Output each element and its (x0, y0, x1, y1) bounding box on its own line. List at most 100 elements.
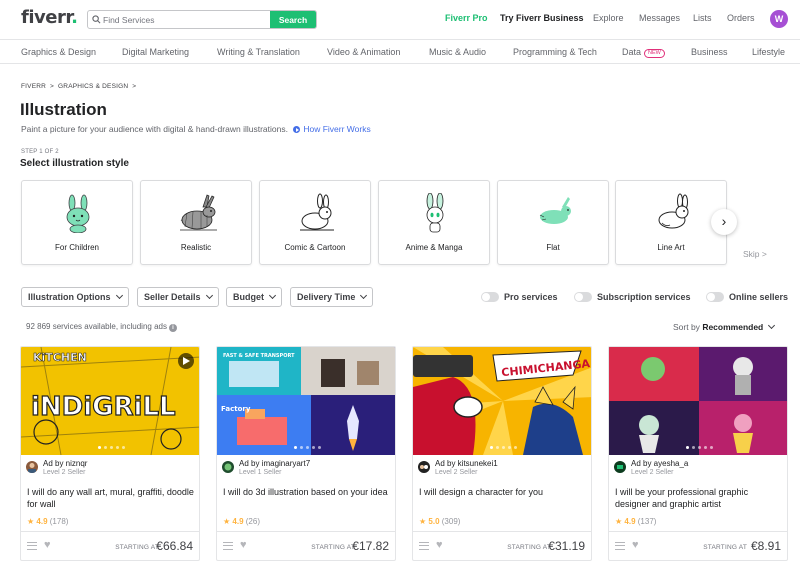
seller-name[interactable]: Ad by ayesha_a (631, 459, 688, 468)
seller-avatar[interactable] (418, 461, 430, 473)
style-card-for-children[interactable]: For Children (21, 180, 133, 265)
filter-label: Illustration Options (28, 292, 111, 302)
category-data[interactable]: Data NEW (622, 47, 665, 58)
category-graphics-design[interactable]: Graphics & Design (21, 47, 96, 57)
top-header: fiverr. Search Fiverr Pro Try Fiverr Bus… (0, 0, 800, 40)
review-count: (137) (637, 517, 657, 526)
search-input[interactable] (103, 11, 271, 28)
gig-card[interactable]: CHIMICHANGA! Ad by kitsunekei1 Level 2 S… (412, 346, 592, 561)
heart-icon[interactable]: ♥ (632, 539, 639, 551)
style-card-flat[interactable]: Flat (497, 180, 609, 265)
menu-icon[interactable] (615, 542, 625, 550)
results-count-text: 92 869 services available, including ads (26, 322, 167, 331)
gig-image[interactable]: KiTCHEN iNDiGRiLL (21, 347, 199, 455)
seller-name[interactable]: Ad by imaginaryart7 (239, 459, 310, 468)
category-lifestyle[interactable]: Lifestyle (752, 47, 785, 57)
filter-budget[interactable]: Budget (226, 287, 282, 307)
review-count: (26) (245, 517, 260, 526)
gig-price: €17.82 (352, 539, 389, 553)
gig-rating: ★ 4.9 (137) (615, 517, 656, 526)
heart-icon[interactable]: ♥ (436, 539, 443, 551)
nav-orders[interactable]: Orders (727, 13, 755, 23)
search-button[interactable]: Search (270, 11, 316, 28)
gig-thumbnail: KiTCHEN iNDiGRiLL (21, 347, 199, 455)
sort-label: Sort by (673, 322, 700, 332)
category-video-animation[interactable]: Video & Animation (327, 47, 400, 57)
seller-name[interactable]: Ad by kitsunekei1 (435, 459, 498, 468)
nav-fiverr-pro[interactable]: Fiverr Pro (445, 13, 488, 23)
filter-label: Seller Details (144, 292, 201, 302)
page-subtitle: Paint a picture for your audience with d… (21, 124, 371, 134)
gig-footer: ♥ STARTING AT €66.84 (21, 531, 199, 560)
gig-card[interactable]: Ad by ayesha_a Level 2 Seller I will be … (608, 346, 788, 561)
nav-lists[interactable]: Lists (693, 13, 712, 23)
gig-title[interactable]: I will do any wall art, mural, graffiti,… (27, 486, 195, 510)
category-writing-translation[interactable]: Writing & Translation (217, 47, 300, 57)
category-music-audio[interactable]: Music & Audio (429, 47, 486, 57)
carousel-next-button[interactable]: › (711, 209, 737, 235)
category-programming-tech[interactable]: Programming & Tech (513, 47, 597, 57)
sort-dropdown[interactable]: Sort by Recommended (673, 321, 776, 332)
filter-seller-details[interactable]: Seller Details (137, 287, 219, 307)
starting-at-label: STARTING AT (311, 544, 355, 551)
play-icon (293, 126, 301, 133)
gig-title[interactable]: I will design a character for you (419, 486, 587, 498)
menu-icon[interactable] (419, 542, 429, 550)
seller-avatar[interactable] (614, 461, 626, 473)
how-fiverr-works-link[interactable]: How Fiverr Works (303, 124, 370, 134)
fiverr-logo[interactable]: fiverr. (21, 7, 78, 28)
breadcrumb-graphics-design[interactable]: GRAPHICS & DESIGN (58, 83, 128, 90)
rabbit-anime-icon (426, 193, 444, 233)
filter-illustration-options[interactable]: Illustration Options (21, 287, 129, 307)
seller-avatar[interactable] (26, 461, 38, 473)
results-count: 92 869 services available, including ads… (26, 322, 177, 332)
nav-messages[interactable]: Messages (639, 13, 680, 23)
rabbit-lineart-icon (658, 193, 689, 229)
gig-image[interactable]: FAST & SAFE TRANSPORT Factory (217, 347, 395, 455)
menu-icon[interactable] (27, 542, 37, 550)
gig-card[interactable]: FAST & SAFE TRANSPORT Factory Ad by imag… (216, 346, 396, 561)
star-icon: ★ (223, 517, 231, 526)
online-sellers-toggle[interactable] (706, 292, 724, 302)
star-icon: ★ (27, 517, 35, 526)
filter-delivery-time[interactable]: Delivery Time (290, 287, 374, 307)
gig-image-word: Factory (221, 405, 251, 413)
menu-icon[interactable] (223, 542, 233, 550)
seller-name[interactable]: Ad by niznqr (43, 459, 87, 468)
nav-try-business[interactable]: Try Fiverr Business (500, 13, 584, 23)
style-card-realistic[interactable]: Realistic (140, 180, 252, 265)
subscription-services-toggle[interactable] (574, 292, 592, 302)
pro-services-toggle[interactable] (481, 292, 499, 302)
user-avatar[interactable]: W (770, 10, 788, 28)
gig-price: €8.91 (750, 539, 781, 553)
style-card-comic-cartoon[interactable]: Comic & Cartoon (259, 180, 371, 265)
gig-title[interactable]: I will do 3d illustration based on your … (223, 486, 391, 498)
gig-card[interactable]: KiTCHEN iNDiGRiLL Ad by niznqr Level 2 S… (20, 346, 200, 561)
carousel-dots (217, 446, 395, 449)
category-business[interactable]: Business (691, 47, 728, 57)
seller-avatar[interactable] (222, 461, 234, 473)
heart-icon[interactable]: ♥ (240, 539, 247, 551)
subscription-services-label: Subscription services (597, 292, 691, 302)
style-label: Anime & Manga (405, 243, 463, 252)
star-icon: ★ (615, 517, 623, 526)
chevron-down-icon (205, 291, 213, 300)
gig-thumbnail: FAST & SAFE TRANSPORT Factory (217, 347, 395, 455)
gig-price: €31.19 (548, 539, 585, 553)
gig-rating: ★ 5.0 (309) (419, 517, 460, 526)
logo-text: fiverr (21, 7, 72, 28)
breadcrumb-fiverr[interactable]: FIVERR (21, 83, 46, 90)
info-icon[interactable]: i (168, 324, 177, 332)
gig-image[interactable]: CHIMICHANGA! (413, 347, 591, 455)
category-digital-marketing[interactable]: Digital Marketing (122, 47, 189, 57)
gig-title[interactable]: I will be your professional graphic desi… (615, 486, 783, 510)
breadcrumb: FIVERR > GRAPHICS & DESIGN > (21, 83, 140, 90)
skip-link[interactable]: Skip > (743, 249, 767, 259)
rabbit-children-icon (66, 194, 90, 233)
heart-icon[interactable]: ♥ (44, 539, 51, 551)
gig-image[interactable] (609, 347, 787, 455)
sort-value: Recommended (702, 322, 764, 332)
nav-explore[interactable]: Explore (593, 13, 624, 23)
gig-image-word: iNDiGRiLL (31, 392, 176, 422)
style-card-anime-manga[interactable]: Anime & Manga (378, 180, 490, 265)
